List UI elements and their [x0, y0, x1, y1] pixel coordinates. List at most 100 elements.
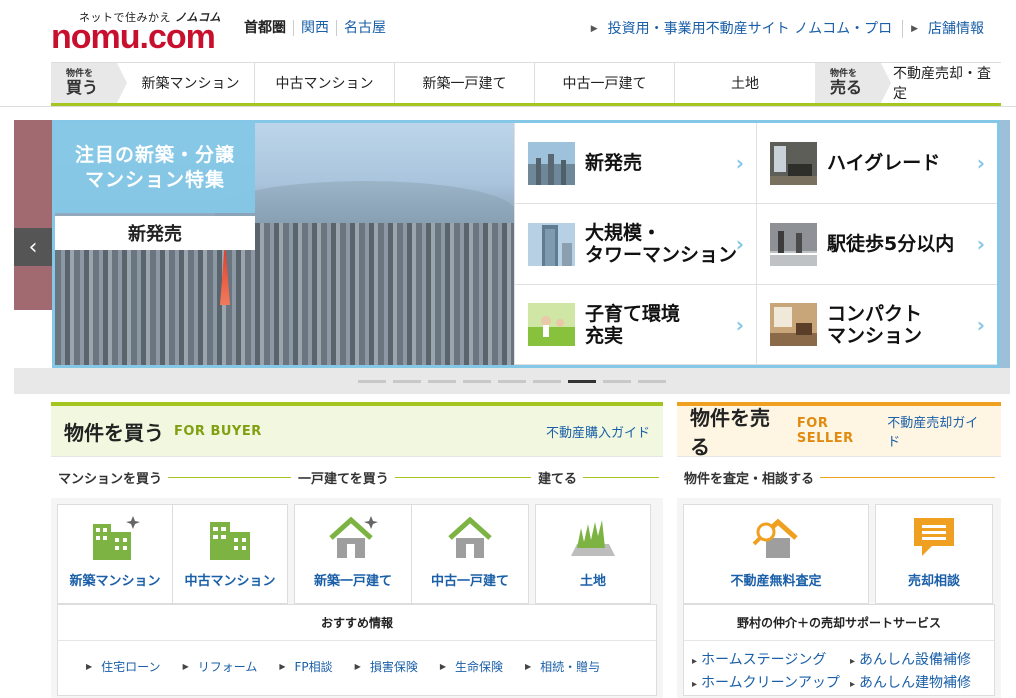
- nav-new-house[interactable]: 新築一戸建て: [395, 63, 535, 103]
- chevron-right-icon: ›: [976, 151, 985, 175]
- site-header: ネットで住みかえ ノムコム nomu.com 首都圏 関西 名古屋 ▶ 投資用・事…: [0, 0, 1016, 62]
- tile-used-mansion[interactable]: 中古マンション: [172, 504, 288, 604]
- feature-new-release[interactable]: 新発売 ›: [514, 123, 756, 204]
- buyer-tiles: 新築マンション 中古マンション 新築一戸建て 中古一戸建て 土地: [51, 498, 663, 604]
- tile-used-house[interactable]: 中古一戸建て: [411, 504, 529, 604]
- sale-guide-link[interactable]: 不動産売却ガイド: [887, 412, 988, 450]
- chevron-right-icon: ›: [976, 232, 985, 256]
- main-nav: 物件を 買う 新築マンション 中古マンション 新築一戸建て 中古一戸建て 土地 物…: [51, 62, 1001, 106]
- chevron-right-icon: ›: [735, 151, 744, 175]
- purchase-guide-link[interactable]: 不動産購入ガイド: [546, 422, 650, 441]
- chat-bubble-icon: [914, 518, 954, 556]
- link-home-cleanup[interactable]: ホームクリーンアップ: [692, 672, 850, 692]
- tile-free-appraisal[interactable]: 不動産無料査定: [683, 504, 869, 604]
- sale-support-links: ホームステージング あんしん設備補修 ホームクリーンアップ あんしん建物補修: [684, 641, 994, 692]
- region-kansai[interactable]: 関西: [293, 20, 336, 36]
- building-icon: [210, 522, 250, 560]
- carousel-dot-active[interactable]: [568, 379, 596, 383]
- divider: [0, 106, 1016, 107]
- carousel-dot[interactable]: [428, 379, 456, 383]
- seller-title-en: FOR SELLER: [796, 416, 854, 446]
- link-life-insurance[interactable]: 生命保険: [440, 658, 503, 675]
- link-fp-consult[interactable]: FP相談: [279, 658, 333, 675]
- new-building-icon: [93, 516, 140, 560]
- seller-tiles: 不動産無料査定 売却相談: [677, 498, 1001, 604]
- link-damage-insurance[interactable]: 損害保険: [355, 658, 418, 675]
- recommended-links: 住宅ローン リフォーム FP相談 損害保険 生命保険 相続・贈与: [58, 641, 656, 675]
- buyer-categories: マンションを買う 一戸建てを買う 建てる: [51, 456, 663, 498]
- next-slide-peek: [1000, 120, 1010, 368]
- station-photo-icon: [770, 222, 817, 266]
- nav-used-house[interactable]: 中古一戸建て: [535, 63, 675, 103]
- category-build: 建てる: [531, 468, 659, 487]
- carousel-dot[interactable]: [393, 379, 421, 383]
- buy-tag: 物件を 買う: [51, 63, 127, 103]
- carousel-indicators: [14, 368, 1010, 394]
- link-home-loan[interactable]: 住宅ローン: [86, 658, 160, 675]
- region-switcher: 首都圏 関西 名古屋: [244, 20, 393, 36]
- hero-carousel: ‹ 注目の新築・分譲 マンション特集 新発売 新発売 › ハイグレード › 大規模・ …: [14, 120, 1010, 368]
- link-home-staging[interactable]: ホームステージング: [692, 649, 850, 669]
- nav-new-mansion[interactable]: 新築マンション: [117, 63, 255, 103]
- triangle-icon: ▶: [911, 24, 918, 34]
- city-photo-icon: [528, 141, 575, 185]
- link-equipment-repair[interactable]: あんしん設備補修: [850, 649, 1000, 669]
- site-logo[interactable]: nomu.com: [51, 20, 216, 54]
- category-appraisal: 物件を査定・相談する: [677, 468, 995, 487]
- hero-photo[interactable]: 注目の新築・分譲 マンション特集 新発売: [55, 123, 515, 365]
- feature-tower[interactable]: 大規模・ タワーマンション ›: [514, 204, 756, 285]
- link-inheritance[interactable]: 相続・贈与: [525, 658, 600, 675]
- new-house-icon: [329, 516, 378, 558]
- tile-land[interactable]: 土地: [535, 504, 651, 604]
- carousel-prev-button[interactable]: ‹: [14, 228, 52, 266]
- nav-used-mansion[interactable]: 中古マンション: [255, 63, 395, 103]
- house-icon: [448, 516, 492, 558]
- sell-tag: 物件を 売る: [815, 63, 891, 103]
- recommended-info: おすすめ情報 住宅ローン リフォーム FP相談 損害保険 生命保険 相続・贈与: [57, 604, 657, 696]
- buyer-section: 物件を買う FOR BUYER 不動産購入ガイド マンションを買う 一戸建てを買…: [51, 402, 663, 698]
- region-current: 首都圏: [244, 20, 286, 36]
- buyer-header: 物件を買う FOR BUYER 不動産購入ガイド: [51, 406, 663, 456]
- category-mansion: マンションを買う: [51, 468, 291, 487]
- nav-land[interactable]: 土地: [675, 63, 815, 103]
- pro-site-link[interactable]: ▶ 投資用・事業用不動産サイト ノムコム・プロ: [583, 20, 902, 38]
- nav-sell-appraisal[interactable]: 不動産売却・査定: [881, 63, 1001, 103]
- carousel-dot[interactable]: [358, 379, 386, 383]
- seller-header: 物件を売る FOR SELLER 不動産売却ガイド: [677, 406, 1001, 459]
- tile-new-house[interactable]: 新築一戸建て: [294, 504, 412, 604]
- hero-badge: 新発売: [55, 216, 255, 250]
- feature-station-walk[interactable]: 駅徒歩5分以内 ›: [756, 204, 997, 285]
- seller-categories: 物件を査定・相談する: [677, 456, 1001, 498]
- carousel-dot[interactable]: [463, 379, 491, 383]
- seller-title: 物件を売る: [690, 406, 770, 459]
- buyer-title-en: FOR BUYER: [174, 423, 262, 439]
- feature-child-raising[interactable]: 子育て環境 充実 ›: [514, 285, 756, 365]
- carousel-dot[interactable]: [533, 379, 561, 383]
- park-photo-icon: [528, 303, 575, 346]
- carousel-dot[interactable]: [498, 379, 526, 383]
- feature-compact[interactable]: コンパクト マンション ›: [756, 285, 997, 365]
- region-nagoya[interactable]: 名古屋: [336, 20, 393, 36]
- chevron-right-icon: ›: [735, 232, 744, 256]
- store-info-link[interactable]: ▶ 店舗情報: [902, 20, 994, 38]
- carousel-dot[interactable]: [638, 379, 666, 383]
- category-house: 一戸建てを買う: [291, 468, 531, 487]
- sale-support-info: 野村の仲介＋の売却サポートサービス ホームステージング あんしん設備補修 ホーム…: [683, 604, 995, 696]
- top-links: ▶ 投資用・事業用不動産サイト ノムコム・プロ ▶ 店舗情報: [583, 20, 994, 38]
- carousel-dot[interactable]: [603, 379, 631, 383]
- triangle-icon: ▶: [590, 24, 598, 34]
- feature-grid: 新発売 › ハイグレード › 大規模・ タワーマンション › 駅徒歩5分以内 › 子育て…: [514, 123, 997, 365]
- land-icon: [571, 520, 615, 556]
- appraisal-house-icon: [752, 518, 798, 558]
- recommended-title: おすすめ情報: [58, 605, 656, 641]
- feature-high-grade[interactable]: ハイグレード ›: [756, 123, 997, 204]
- tile-sale-consult[interactable]: 売却相談: [875, 504, 993, 604]
- chevron-right-icon: ›: [735, 312, 744, 337]
- link-building-repair[interactable]: あんしん建物補修: [850, 672, 1000, 692]
- hero-slide: 注目の新築・分譲 マンション特集 新発売 新発売 › ハイグレード › 大規模・ タワ…: [52, 120, 1000, 368]
- room-photo-icon: [770, 303, 817, 346]
- tile-new-mansion[interactable]: 新築マンション: [57, 504, 173, 604]
- hero-title: 注目の新築・分譲 マンション特集: [55, 123, 255, 213]
- seller-section: 物件を売る FOR SELLER 不動産売却ガイド 物件を査定・相談する 不動産…: [677, 402, 1001, 698]
- link-reform[interactable]: リフォーム: [183, 658, 258, 675]
